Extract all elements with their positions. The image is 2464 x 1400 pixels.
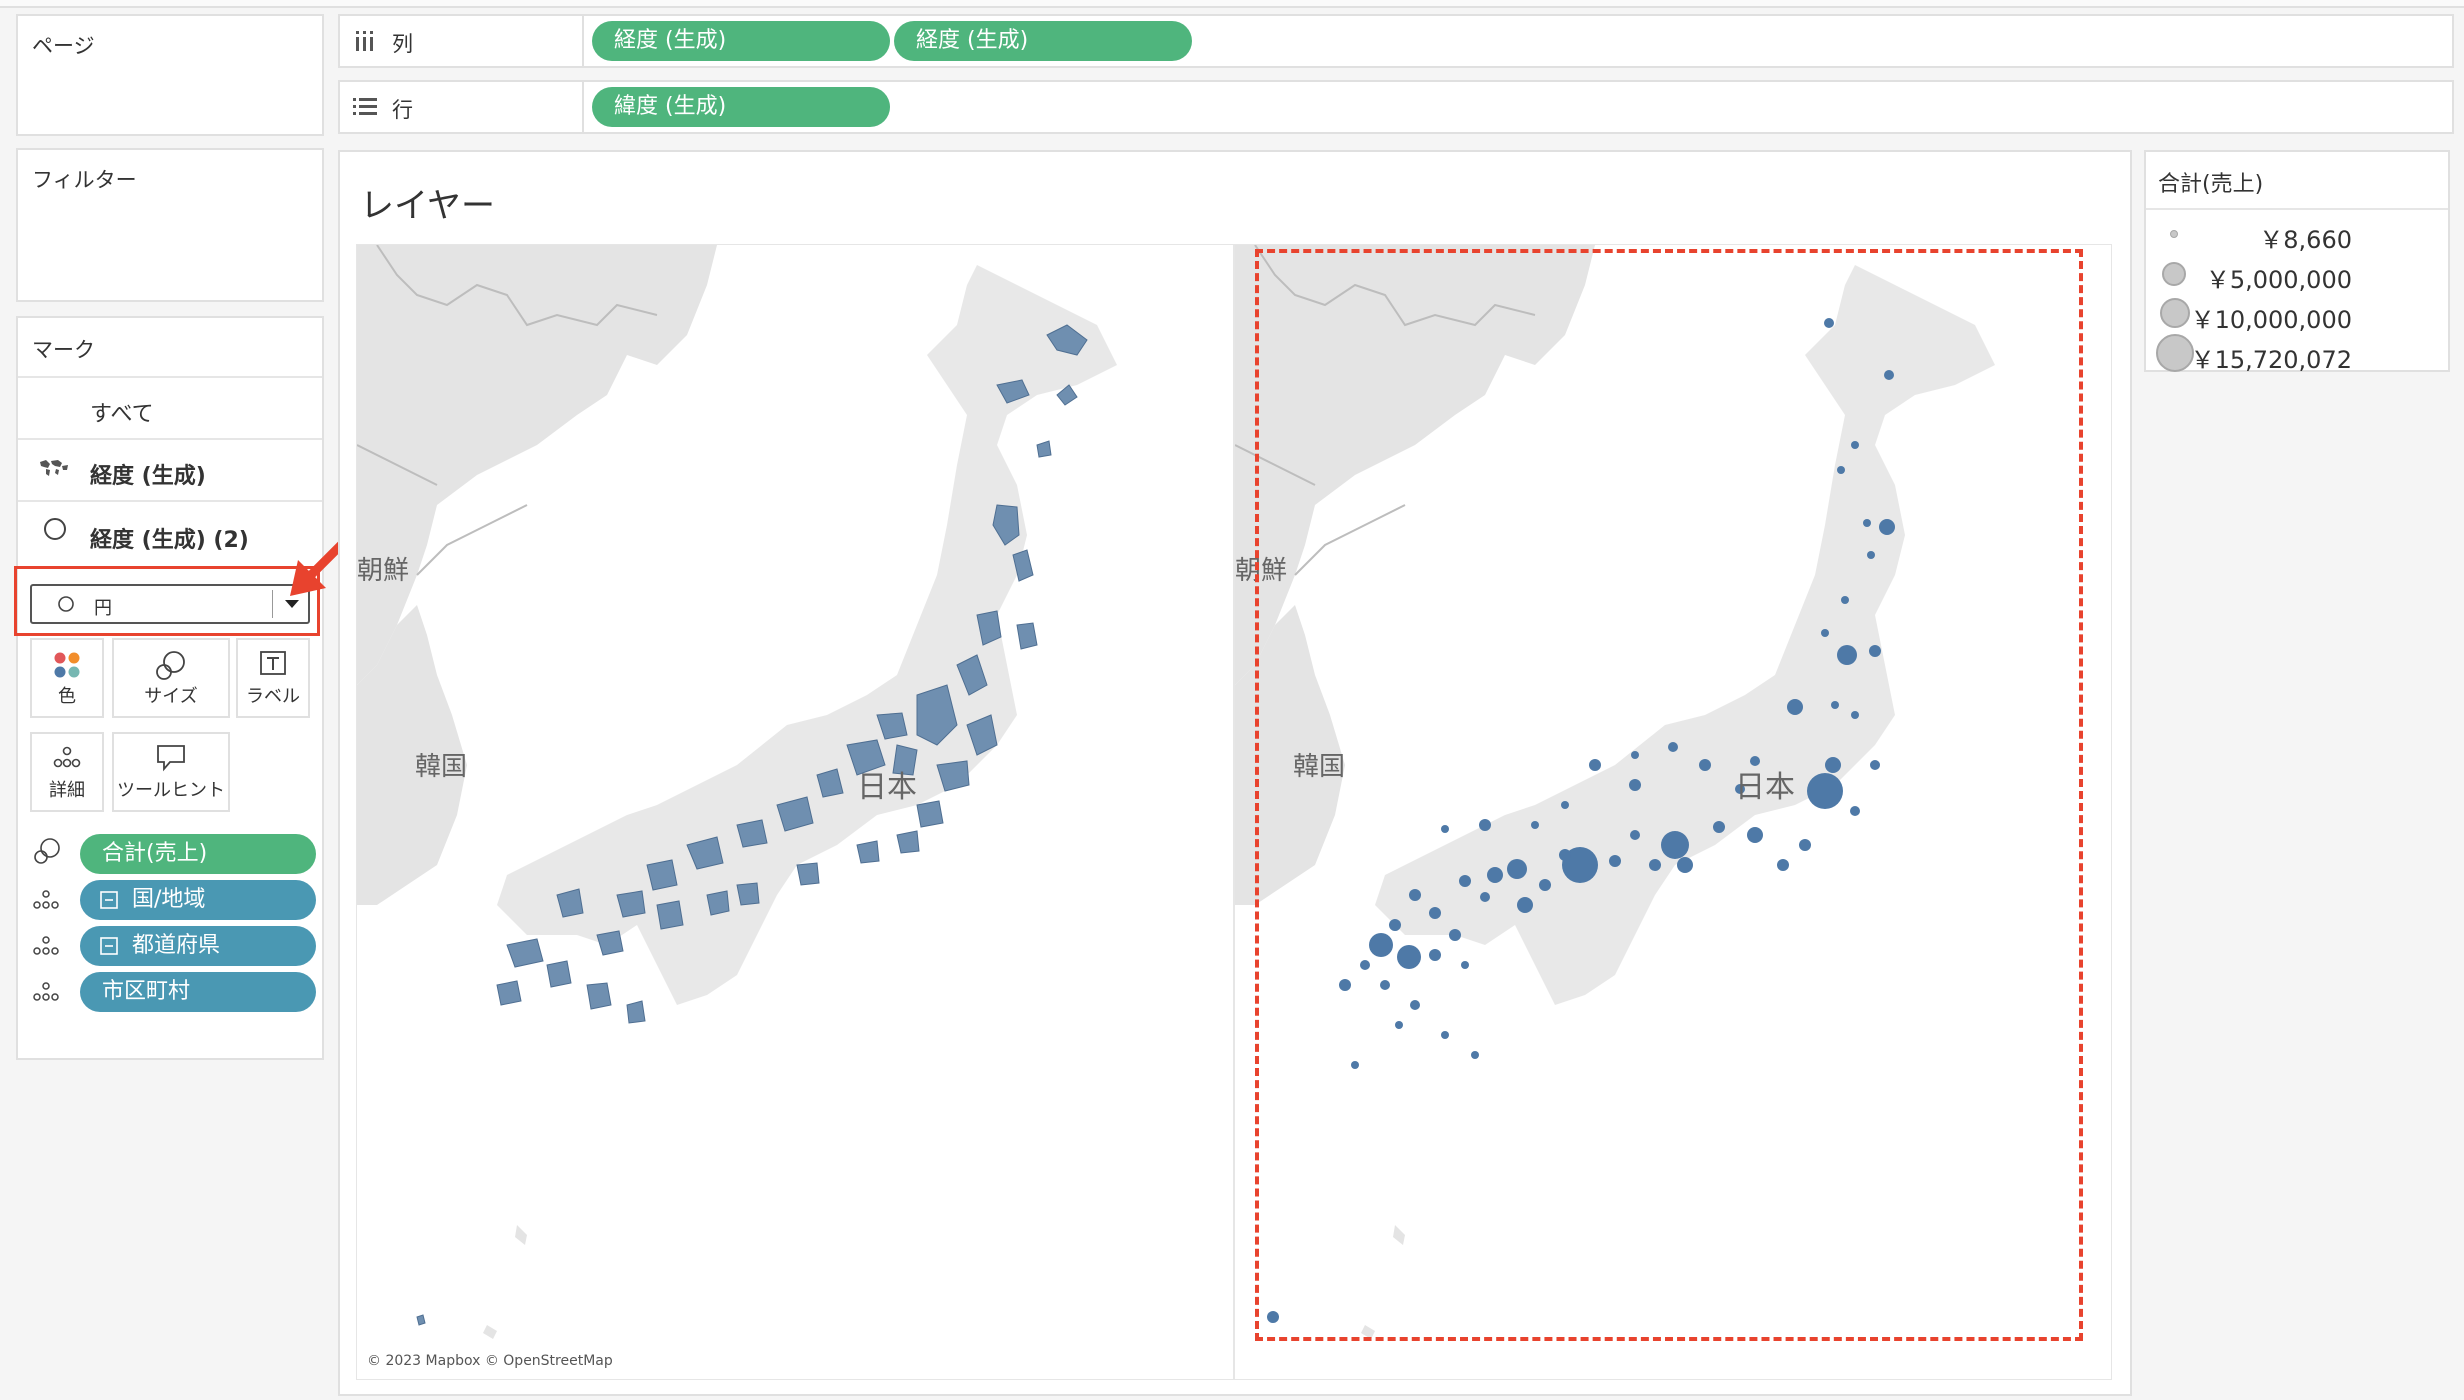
rows-shelf[interactable]: 行 緯度 (生成): [338, 80, 2454, 134]
filters-card[interactable]: フィルター: [16, 148, 324, 302]
column-pill-longitude-1[interactable]: 経度 (生成): [592, 21, 890, 61]
size-button[interactable]: サイズ: [112, 638, 230, 718]
rows-label: 行: [392, 98, 413, 122]
pages-title: ページ: [32, 34, 95, 58]
legend-header: 合計(売上): [2146, 152, 2448, 210]
size-legend[interactable]: 合計(売上) ￥8,660 ￥5,000,000 ￥10,000,000 ￥15…: [2144, 150, 2450, 374]
detail-icon: [33, 890, 59, 909]
legend-value: ￥10,000,000: [2190, 306, 2352, 334]
column-pill-longitude-2[interactable]: 経度 (生成): [894, 21, 1192, 61]
marks-item-all-label: すべて: [90, 402, 154, 427]
tooltip-icon: [157, 745, 185, 772]
columns-shelf[interactable]: 列 経度 (生成) 経度 (生成): [338, 14, 2454, 68]
label-button[interactable]: ラベル: [236, 638, 310, 718]
rows-shelf-label: 行: [340, 82, 584, 132]
label-button-label: ラベル: [246, 686, 300, 707]
columns-shelf-label: 列: [340, 16, 584, 66]
color-button[interactable]: 色: [30, 638, 104, 718]
label-icon: [260, 651, 286, 675]
country-pill-label: 国/地域: [132, 887, 206, 912]
collapse-icon: [100, 891, 118, 909]
japan-label-left: 日本: [857, 770, 917, 805]
annotation-dashed-box: [1255, 249, 2083, 1341]
detail-button-label: 詳細: [49, 780, 85, 801]
sales-pill[interactable]: 合計(売上): [80, 834, 316, 874]
legend-size-circle: [2160, 298, 2190, 328]
rows-icon: [353, 98, 377, 115]
marks-item-longitude-2-label: 経度 (生成) (2): [90, 528, 249, 553]
map-area[interactable]: 韓国 日本 朝鮮 © 2023 Mapbox © OpenStreetMap 韓…: [356, 244, 2112, 1380]
detail-icon: [53, 746, 81, 768]
marks-field-country[interactable]: 国/地域: [30, 878, 316, 920]
filters-title: フィルター: [32, 168, 137, 192]
row-pill-latitude[interactable]: 緯度 (生成): [592, 87, 890, 127]
columns-icon: [356, 31, 373, 51]
legend-size-circle: [2156, 334, 2194, 372]
size-button-label: サイズ: [144, 686, 198, 707]
legend-value: ￥15,720,072: [2190, 346, 2352, 374]
collapse-icon: [100, 937, 118, 955]
prefecture-pill[interactable]: 都道府県: [80, 926, 316, 966]
legend-entry[interactable]: ￥15,720,072: [2146, 334, 2448, 374]
marks-field-city[interactable]: 市区町村: [30, 970, 316, 1012]
legend-entry[interactable]: ￥10,000,000: [2146, 294, 2448, 334]
map-attribution: © 2023 Mapbox © OpenStreetMap: [367, 1353, 613, 1369]
size-icon: [34, 838, 60, 864]
city-pill[interactable]: 市区町村: [80, 972, 316, 1012]
detail-button[interactable]: 詳細: [30, 732, 104, 812]
detail-icon: [33, 936, 59, 955]
marks-item-all[interactable]: すべて: [18, 376, 322, 438]
annotation-highlight-box: [14, 566, 320, 636]
chosen-label-left: 朝鮮: [357, 556, 409, 586]
detail-icon: [33, 982, 59, 1001]
legend-entry[interactable]: ￥8,660: [2146, 214, 2448, 254]
pages-card[interactable]: ページ: [16, 14, 324, 136]
top-header-strip: [0, 0, 2464, 8]
japan-southwest-islands: [483, 1225, 527, 1339]
korea-label-left: 韓国: [415, 752, 467, 782]
view-title: レイヤー: [360, 186, 495, 226]
circle-icon: [44, 518, 66, 540]
marks-item-longitude[interactable]: 経度 (生成): [18, 438, 322, 500]
legend-entry[interactable]: ￥5,000,000: [2146, 254, 2448, 294]
tooltip-button-label: ツールヒント: [117, 780, 225, 801]
map-pane-left[interactable]: 韓国 日本 朝鮮 © 2023 Mapbox © OpenStreetMap: [357, 245, 1233, 1379]
marks-field-sales[interactable]: 合計(売上): [30, 832, 316, 874]
legend-size-circle: [2170, 230, 2178, 238]
marks-card: マーク すべて 経度 (生成) 経度 (生成) (2) 円 色 サイズ ラベル …: [16, 316, 324, 1060]
marks-item-longitude-2[interactable]: 経度 (生成) (2): [18, 500, 322, 562]
size-icon: [156, 651, 185, 680]
legend-size-circle: [2162, 262, 2186, 286]
legend-value: ￥5,000,000: [2205, 266, 2352, 294]
marks-item-longitude-label: 経度 (生成): [90, 464, 206, 489]
legend-value: ￥8,660: [2259, 226, 2352, 254]
color-button-label: 色: [58, 686, 76, 707]
map-icon: [40, 460, 68, 476]
marks-field-prefecture[interactable]: 都道府県: [30, 924, 316, 966]
columns-label: 列: [392, 32, 413, 56]
marks-title: マーク: [32, 338, 95, 362]
tooltip-button[interactable]: ツールヒント: [112, 732, 230, 812]
color-icon: [54, 652, 80, 678]
legend-title: 合計(売上): [2158, 172, 2264, 197]
view-panel: レイヤー 韓国 日本 朝鮮 © 2023 Mapbox © OpenStreet…: [338, 150, 2132, 1396]
prefecture-pill-label: 都道府県: [132, 933, 221, 958]
country-pill[interactable]: 国/地域: [80, 880, 316, 920]
